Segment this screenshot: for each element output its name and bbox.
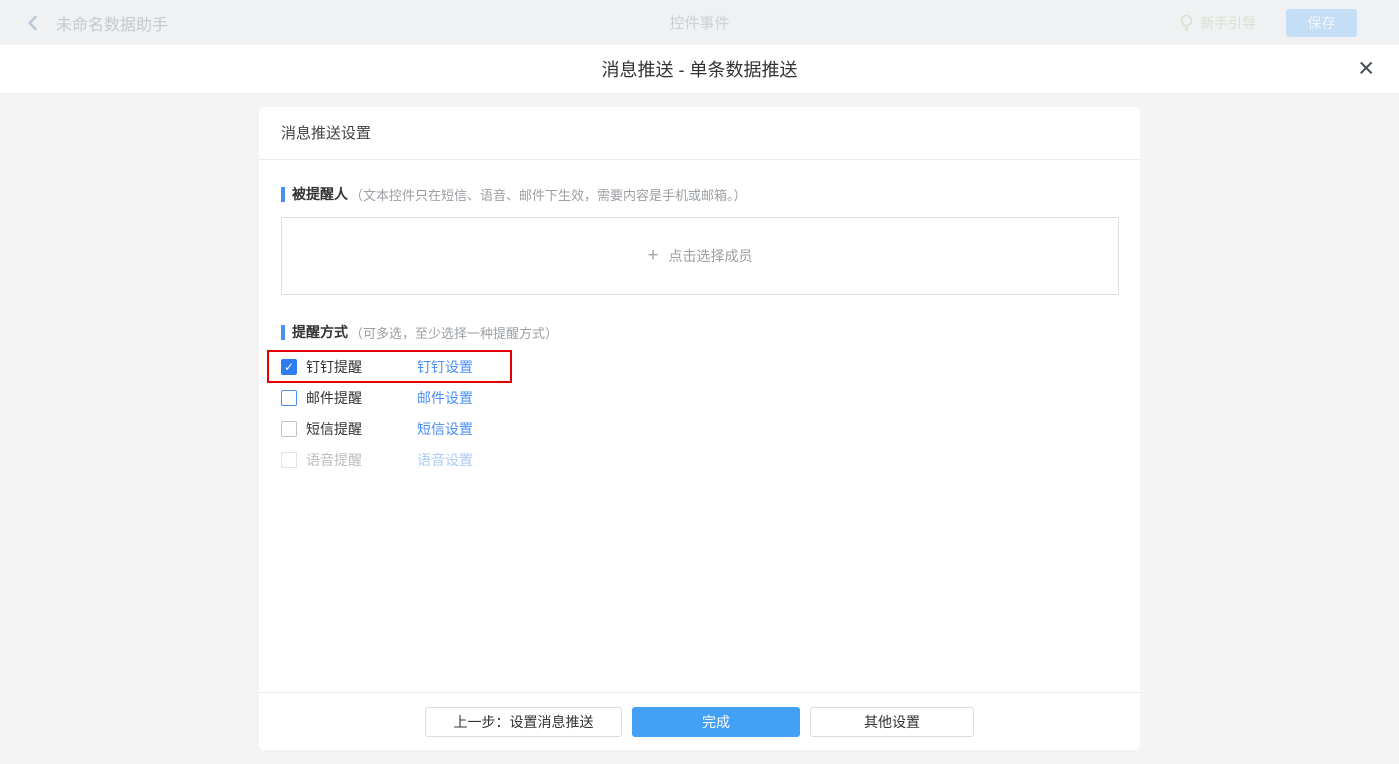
sms-checkbox[interactable] bbox=[281, 421, 297, 437]
option-label: 短信提醒 bbox=[306, 419, 417, 439]
app-title: 未命名数据助手 bbox=[56, 11, 168, 35]
option-row-email: 邮件提醒 邮件设置 bbox=[281, 382, 526, 413]
topbar-right: 新手引导 保存 bbox=[1179, 9, 1399, 37]
methods-note: （可多选，至少选择一种提醒方式） bbox=[350, 323, 558, 342]
dingtalk-checkbox[interactable]: ✓ bbox=[281, 359, 297, 375]
guide-label: 新手引导 bbox=[1200, 13, 1256, 33]
email-checkbox[interactable] bbox=[281, 390, 297, 406]
recipients-title: 被提醒人 bbox=[292, 184, 348, 204]
prev-step-button[interactable]: 上一步：设置消息推送 bbox=[425, 707, 622, 737]
modal-title: 消息推送 - 单条数据推送 bbox=[602, 56, 798, 82]
plus-icon: + bbox=[647, 245, 658, 267]
back-chevron-icon[interactable] bbox=[24, 14, 42, 32]
option-row-voice: 语音提醒 语音设置 bbox=[281, 444, 526, 475]
lightbulb-icon bbox=[1179, 14, 1194, 31]
reminder-options: ✓ 钉钉提醒 钉钉设置 邮件提醒 邮件设置 短信提醒 短信设置 语音提醒 bbox=[281, 351, 1119, 475]
modal-body: 消息推送设置 被提醒人 （文本控件只在短信、语音、邮件下生效，需要内容是手机或邮… bbox=[0, 94, 1399, 764]
member-picker[interactable]: + 点击选择成员 bbox=[281, 217, 1119, 295]
member-picker-label: 点击选择成员 bbox=[669, 246, 753, 266]
option-label: 钉钉提醒 bbox=[306, 357, 417, 377]
card-footer: 上一步：设置消息推送 完成 其他设置 bbox=[259, 692, 1140, 750]
card-header: 消息推送设置 bbox=[259, 107, 1140, 160]
methods-section-title: 提醒方式 （可多选，至少选择一种提醒方式） bbox=[281, 322, 1119, 342]
section-marker bbox=[281, 187, 285, 202]
save-button[interactable]: 保存 bbox=[1286, 9, 1357, 37]
option-row-sms: 短信提醒 短信设置 bbox=[281, 413, 526, 444]
card-content: 被提醒人 （文本控件只在短信、语音、邮件下生效，需要内容是手机或邮箱。） + 点… bbox=[259, 160, 1140, 692]
other-settings-button[interactable]: 其他设置 bbox=[810, 707, 974, 737]
option-row-dingtalk: ✓ 钉钉提醒 钉钉设置 bbox=[281, 351, 526, 382]
modal-header: 消息推送 - 单条数据推送 ✕ bbox=[0, 45, 1399, 94]
dingtalk-settings-link[interactable]: 钉钉设置 bbox=[417, 357, 473, 377]
settings-card: 消息推送设置 被提醒人 （文本控件只在短信、语音、邮件下生效，需要内容是手机或邮… bbox=[259, 107, 1140, 750]
close-icon[interactable]: ✕ bbox=[1357, 59, 1375, 80]
recipients-note: （文本控件只在短信、语音、邮件下生效，需要内容是手机或邮箱。） bbox=[350, 185, 747, 204]
voice-settings-link: 语音设置 bbox=[417, 450, 473, 470]
top-bar: 未命名数据助手 控件事件 新手引导 保存 bbox=[0, 0, 1399, 45]
email-settings-link[interactable]: 邮件设置 bbox=[417, 388, 473, 408]
topbar-left: 未命名数据助手 bbox=[0, 11, 168, 35]
option-label: 邮件提醒 bbox=[306, 388, 417, 408]
guide-button[interactable]: 新手引导 bbox=[1179, 13, 1256, 33]
voice-checkbox bbox=[281, 452, 297, 468]
done-button[interactable]: 完成 bbox=[632, 707, 800, 737]
methods-title: 提醒方式 bbox=[292, 322, 348, 342]
section-marker bbox=[281, 325, 285, 340]
recipients-section-title: 被提醒人 （文本控件只在短信、语音、邮件下生效，需要内容是手机或邮箱。） bbox=[281, 184, 1119, 204]
sms-settings-link[interactable]: 短信设置 bbox=[417, 419, 473, 439]
option-label: 语音提醒 bbox=[306, 450, 417, 470]
